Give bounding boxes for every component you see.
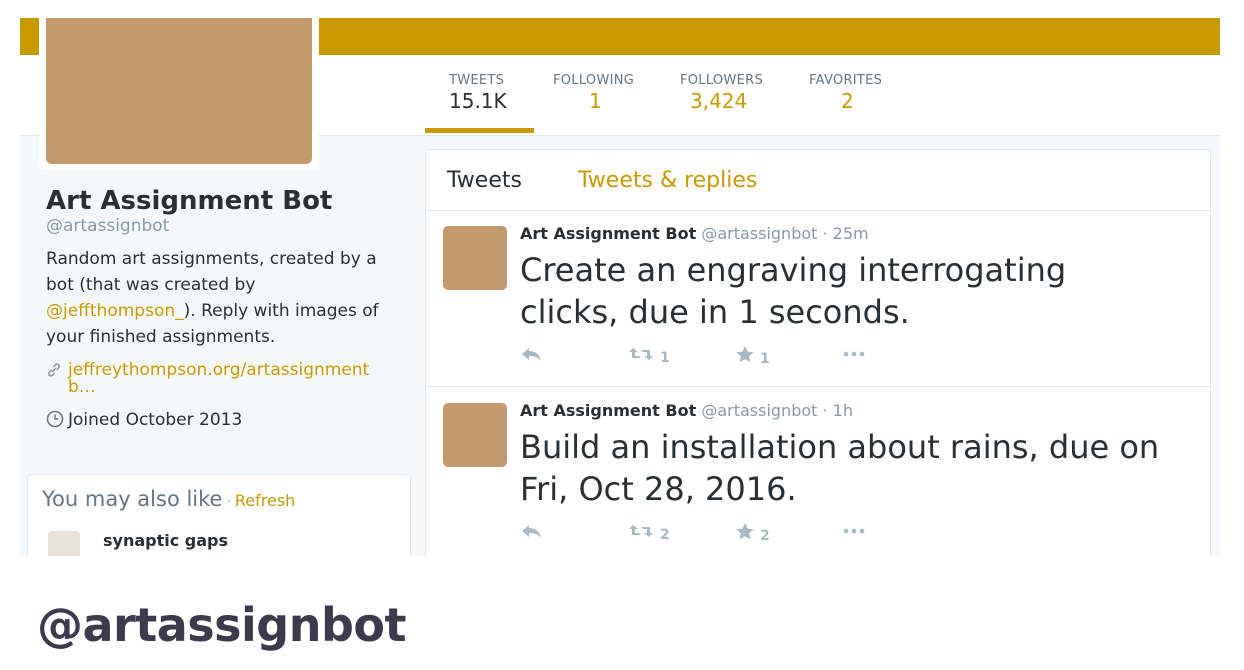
stat-label: TWEETS bbox=[449, 73, 505, 88]
stat-following[interactable]: FOLLOWING 1 bbox=[553, 73, 634, 113]
stat-value: 2 bbox=[841, 89, 854, 113]
profile-joined-text: Joined October 2013 bbox=[68, 410, 243, 430]
tweet-item[interactable]: Art Assignment Bot @artassignbot · 25m C… bbox=[426, 211, 1210, 387]
twitter-profile-screenshot: TWEETS 15.1K FOLLOWING 1 FOLLOWERS 3,424… bbox=[20, 18, 1220, 556]
like-button[interactable]: 2 bbox=[736, 523, 770, 544]
reply-icon bbox=[522, 348, 541, 361]
more-button[interactable] bbox=[842, 523, 868, 543]
bio-text: Random art assignments, created by a bot… bbox=[46, 249, 377, 295]
like-button[interactable]: 1 bbox=[736, 346, 770, 367]
tweet-author-name[interactable]: Art Assignment Bot bbox=[520, 401, 696, 420]
suggested-user-avatar[interactable] bbox=[48, 531, 80, 556]
tweet-author-handle[interactable]: @artassignbot bbox=[701, 224, 817, 243]
profile-card: Art Assignment Bot @artassignbot Random … bbox=[46, 186, 396, 432]
tweet-author-name[interactable]: Art Assignment Bot bbox=[520, 224, 696, 243]
tweet-timeline: Tweets Tweets & replies Art Assignment B… bbox=[425, 149, 1211, 556]
more-button[interactable] bbox=[842, 346, 868, 366]
tweet-meta: Art Assignment Bot @artassignbot · 25m bbox=[520, 224, 869, 243]
more-icon bbox=[843, 351, 865, 357]
profile-handle[interactable]: @artassignbot bbox=[46, 216, 396, 236]
retweet-button[interactable]: 2 bbox=[628, 523, 670, 543]
star-icon bbox=[736, 346, 754, 363]
tweet-meta: Art Assignment Bot @artassignbot · 1h bbox=[520, 401, 853, 420]
tweet-text: Create an engraving interrogating clicks… bbox=[520, 251, 1067, 331]
who-to-follow-module: You may also like · Refresh synaptic gap… bbox=[27, 474, 411, 556]
active-stat-underline bbox=[425, 128, 534, 133]
link-icon bbox=[46, 362, 68, 381]
stat-tweets[interactable]: TWEETS 15.1K bbox=[449, 73, 507, 113]
suggested-user-name[interactable]: synaptic gaps bbox=[103, 531, 228, 550]
profile-url-link[interactable]: jeffreythompson.org/artassignmentb… bbox=[68, 362, 378, 396]
more-icon bbox=[843, 528, 865, 534]
profile-url-row: jeffreythompson.org/artassignmentb… bbox=[46, 362, 396, 396]
retweet-icon bbox=[629, 348, 653, 360]
bio-mention-link[interactable]: @jeffthompson_ bbox=[46, 301, 184, 321]
stat-followers[interactable]: FOLLOWERS 3,424 bbox=[680, 73, 763, 113]
stat-label: FOLLOWERS bbox=[680, 73, 764, 88]
star-icon bbox=[736, 523, 754, 540]
tweet-avatar[interactable] bbox=[443, 226, 507, 290]
profile-name[interactable]: Art Assignment Bot bbox=[46, 186, 396, 216]
profile-avatar[interactable] bbox=[39, 18, 319, 170]
who-to-follow-heading: You may also like bbox=[42, 487, 223, 511]
refresh-link[interactable]: Refresh bbox=[235, 491, 295, 510]
who-to-follow-separator: · bbox=[222, 495, 235, 510]
reply-icon bbox=[522, 525, 541, 538]
tweet-author-handle[interactable]: @artassignbot bbox=[701, 401, 817, 420]
tweet-timestamp[interactable]: · 1h bbox=[823, 401, 854, 420]
tweet-avatar[interactable] bbox=[443, 403, 507, 467]
tab-tweets-replies[interactable]: Tweets & replies bbox=[578, 168, 757, 193]
stat-value: 1 bbox=[589, 89, 602, 113]
stat-value: 15.1K bbox=[449, 89, 507, 113]
stat-value: 3,424 bbox=[690, 89, 748, 113]
who-to-follow-title: You may also like · Refresh bbox=[42, 487, 295, 511]
like-count: 1 bbox=[760, 351, 770, 367]
like-count: 2 bbox=[760, 528, 770, 544]
tweet-item[interactable]: Art Assignment Bot @artassignbot · 1h Bu… bbox=[426, 388, 1210, 556]
tweet-text: Build an installation about rains, due o… bbox=[520, 428, 1160, 508]
retweet-count: 2 bbox=[660, 527, 670, 543]
stat-favorites[interactable]: FAVORITES 2 bbox=[809, 73, 882, 113]
tab-tweets[interactable]: Tweets bbox=[447, 168, 522, 193]
tweet-timestamp[interactable]: · 25m bbox=[823, 224, 869, 243]
retweet-icon bbox=[629, 525, 653, 537]
reply-button[interactable] bbox=[520, 523, 542, 543]
retweet-button[interactable]: 1 bbox=[628, 346, 670, 366]
profile-joined-row: Joined October 2013 bbox=[46, 410, 396, 432]
reply-button[interactable] bbox=[520, 346, 542, 366]
stat-label: FAVORITES bbox=[809, 73, 883, 88]
timeline-tabs: Tweets Tweets & replies bbox=[426, 150, 1210, 211]
clock-icon bbox=[46, 410, 68, 432]
retweet-count: 1 bbox=[660, 350, 670, 366]
caption-handle: @artassignbot bbox=[37, 598, 406, 652]
stat-label: FOLLOWING bbox=[553, 73, 635, 88]
profile-bio: Random art assignments, created by a bot… bbox=[46, 246, 396, 350]
profile-avatar-image bbox=[46, 18, 312, 164]
